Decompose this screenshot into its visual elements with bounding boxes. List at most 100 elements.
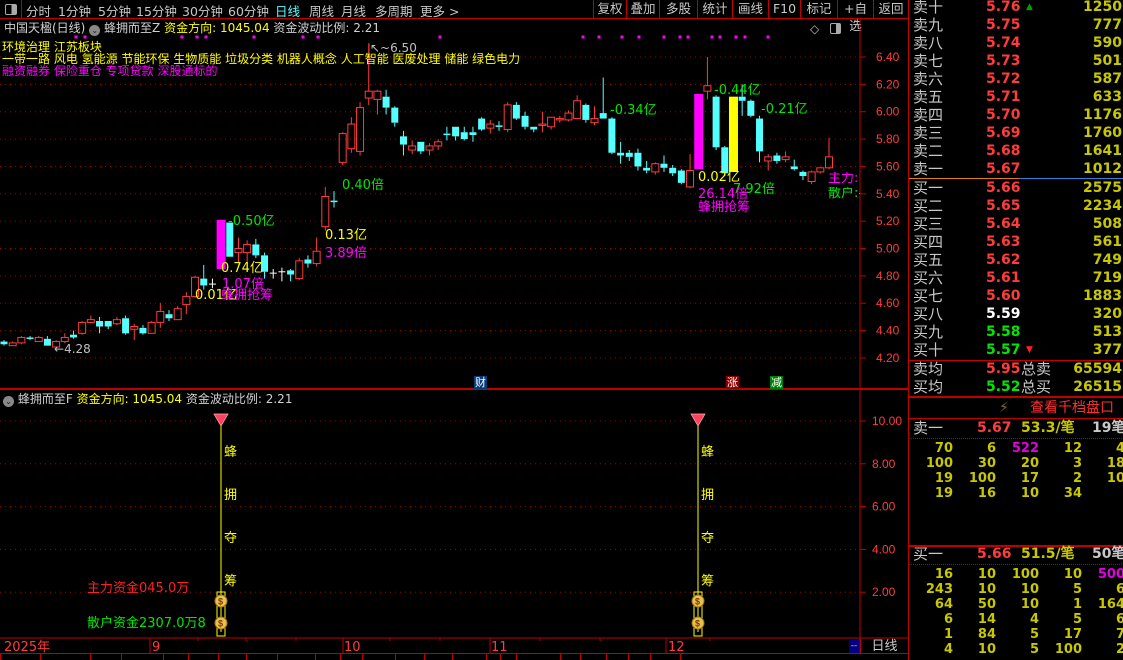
- book-row[interactable]: 买六 5.61 719: [909, 269, 1123, 287]
- period-tab[interactable]: 60分钟: [228, 1, 269, 20]
- layout-icon[interactable]: [830, 23, 841, 34]
- candle: [756, 115, 764, 163]
- candle-body: [712, 96, 720, 148]
- collapse-icon[interactable]: ⌄: [3, 396, 14, 407]
- diamond-icon[interactable]: ◇: [810, 22, 819, 36]
- signal-dot: [581, 35, 585, 39]
- toolbar-button[interactable]: 返回: [873, 0, 908, 18]
- period-tab[interactable]: 日线: [275, 1, 300, 20]
- book-row[interactable]: 卖三 5.69 1760: [909, 124, 1123, 142]
- candle: [452, 126, 460, 141]
- book-row[interactable]: 卖一 5.67 1012: [909, 160, 1123, 178]
- book-row[interactable]: 卖六 5.72 587: [909, 70, 1123, 88]
- queue-cell: 84: [977, 627, 996, 642]
- period-tab[interactable]: 5分钟: [98, 1, 131, 20]
- book-row[interactable]: 卖五 5.71 633: [909, 88, 1123, 106]
- book-row[interactable]: 买三 5.64 508: [909, 215, 1123, 233]
- book-row[interactable]: 卖十 5.76 ▲ 1250: [909, 0, 1123, 16]
- level-price: 5.57: [986, 342, 1021, 358]
- queue-cell: 100: [968, 471, 996, 486]
- tab-divider: [486, 653, 487, 660]
- book-row[interactable]: 卖八 5.74 590: [909, 34, 1123, 52]
- book-row[interactable]: 卖七 5.73 501: [909, 52, 1123, 70]
- candle-body: [564, 112, 573, 121]
- scroll-button[interactable]: --: [849, 640, 859, 654]
- period-tab[interactable]: 30分钟: [182, 1, 223, 20]
- level-name: 买二: [913, 197, 944, 215]
- toolbar-button[interactable]: 复权: [593, 0, 626, 18]
- period-tab[interactable]: 1分钟: [58, 1, 91, 20]
- candle: [156, 303, 165, 328]
- book-row[interactable]: 买一 5.66 2575: [909, 179, 1123, 197]
- book-row[interactable]: 买十 5.57 ▼ 377: [909, 341, 1123, 359]
- toolbar-button[interactable]: 画线: [732, 0, 768, 18]
- dotted-divider: [909, 564, 1123, 565]
- level-name: 卖一: [913, 160, 944, 178]
- candle: [200, 264, 208, 290]
- book-row[interactable]: 买九 5.58 513: [909, 323, 1123, 341]
- price-axis-label: 6.20: [876, 77, 900, 91]
- lower-axis-label: 10.00: [872, 414, 902, 428]
- period-tab[interactable]: 分时: [26, 1, 51, 20]
- collapse-icon[interactable]: ⌄: [89, 25, 101, 36]
- period-tab[interactable]: 多周期: [375, 1, 413, 20]
- book-row[interactable]: 卖二 5.68 1641: [909, 142, 1123, 160]
- book-row[interactable]: 买七 5.60 1883: [909, 287, 1123, 305]
- toolbar-button[interactable]: 统计: [697, 0, 732, 18]
- period-tab[interactable]: 15分钟: [136, 1, 177, 20]
- toolbar-button[interactable]: +自选: [837, 0, 873, 33]
- book-row[interactable]: 买五 5.62 749: [909, 251, 1123, 269]
- lower-indicator-name[interactable]: 蜂拥而至F: [18, 392, 73, 406]
- queue-row: 19 100 17 2 10: [909, 471, 1123, 486]
- candle-body: [660, 163, 668, 168]
- signal-char: 筹: [701, 574, 715, 589]
- level-volume: 508: [1092, 216, 1122, 232]
- level-volume: 561: [1092, 234, 1122, 250]
- period-tab[interactable]: 周线: [309, 1, 334, 20]
- queue-cell: 19: [934, 471, 953, 486]
- toolbar-button[interactable]: F10: [768, 0, 800, 18]
- level-price: 5.59: [986, 306, 1021, 322]
- indicator-name[interactable]: 蜂拥而至Z: [104, 21, 160, 35]
- panel-toggle-button[interactable]: [0, 0, 22, 19]
- average-price: 5.95: [986, 361, 1021, 377]
- book-row[interactable]: 买八 5.59 320: [909, 305, 1123, 323]
- queue-row: 70 6 522 12 4: [909, 441, 1123, 456]
- candle: [382, 89, 390, 115]
- event-marker-finance[interactable]: 财: [474, 376, 487, 389]
- toolbar-button[interactable]: 叠加: [626, 0, 659, 18]
- candle: [478, 117, 486, 131]
- book-row[interactable]: 买二 5.65 2234: [909, 197, 1123, 215]
- candle: [443, 126, 451, 141]
- tab-divider: [362, 653, 363, 660]
- candle-body: [799, 171, 807, 177]
- down-arrow-icon: ▼: [1026, 345, 1033, 355]
- queue-cell: 30: [977, 456, 996, 471]
- queue-cell: 10: [1020, 582, 1039, 597]
- candle: [703, 57, 712, 100]
- candle: [287, 269, 295, 282]
- lower-axis-label: 8.00: [872, 457, 896, 471]
- candle: [582, 103, 590, 123]
- book-row[interactable]: 买四 5.63 561: [909, 233, 1123, 251]
- flow-label: -0.50亿: [228, 214, 275, 229]
- event-marker-rise[interactable]: 涨: [726, 376, 739, 389]
- view-depth-button[interactable]: ⚡ 查看千档盘口: [909, 398, 1123, 418]
- candle-body: [139, 327, 147, 334]
- period-tab[interactable]: 月线: [341, 1, 366, 20]
- queue-cell: 16: [977, 486, 996, 501]
- candle: [773, 152, 781, 164]
- price-axis-label: 6.40: [876, 50, 900, 64]
- book-row[interactable]: 卖九 5.75 777: [909, 16, 1123, 34]
- candle: [425, 143, 434, 156]
- period-tab[interactable]: 更多 >: [420, 1, 459, 20]
- toolbar-button[interactable]: 多股: [659, 0, 697, 18]
- book-row[interactable]: 卖四 5.70 1176: [909, 106, 1123, 124]
- toolbar-button[interactable]: 标记: [800, 0, 837, 18]
- period-label-button[interactable]: 日线: [860, 639, 908, 654]
- candle: [825, 137, 833, 170]
- signal-dot: [686, 35, 690, 39]
- event-marker-reduce[interactable]: 减: [770, 376, 783, 389]
- tab-divider: [90, 653, 91, 660]
- queue-cell: 10: [977, 642, 996, 657]
